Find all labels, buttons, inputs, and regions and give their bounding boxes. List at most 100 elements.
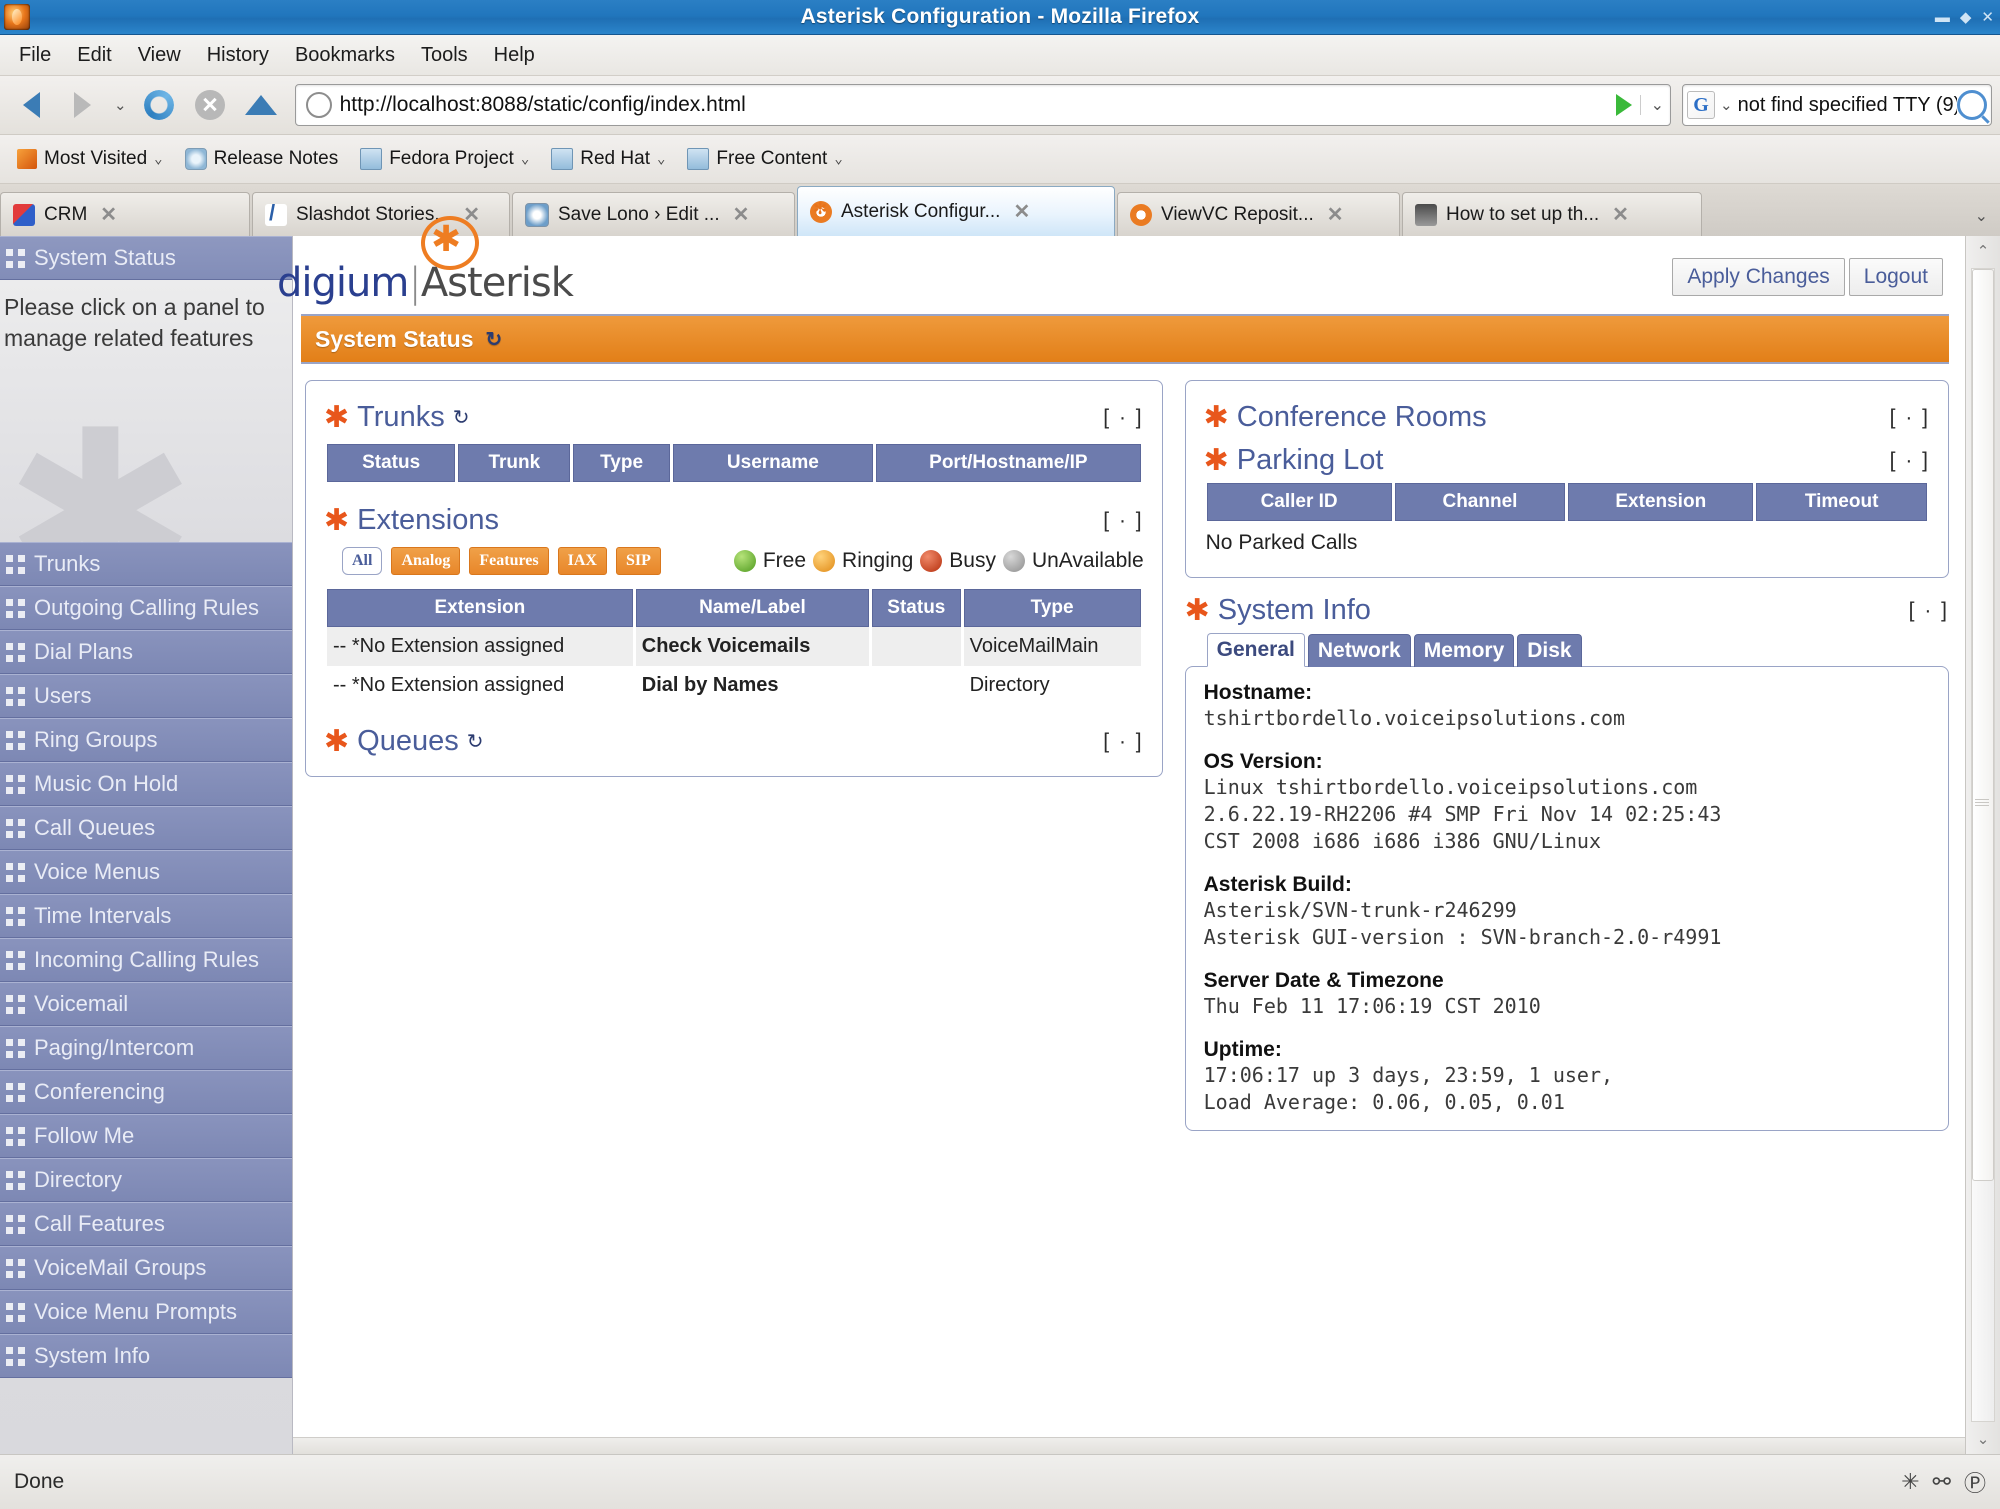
close-icon[interactable]: ✕ xyxy=(1327,202,1344,227)
bookmark-free-content[interactable]: Free Content ⌄ xyxy=(678,145,851,173)
menu-bookmarks[interactable]: Bookmarks xyxy=(282,41,408,70)
magnifier-icon[interactable] xyxy=(1957,90,1987,120)
search-engine-dropdown-icon[interactable]: ⌄ xyxy=(1715,96,1738,114)
url-bar[interactable]: http://localhost:8088/static/config/inde… xyxy=(294,84,1671,126)
search-bar[interactable]: G ⌄ not find specified TTY (9) xyxy=(1682,84,1992,126)
sidebar-item-incoming-calling-rules[interactable]: Incoming Calling Rules xyxy=(0,938,292,982)
column-header[interactable]: Extension xyxy=(327,589,633,627)
refresh-icon[interactable]: ↻ xyxy=(453,405,470,430)
column-header[interactable]: Type xyxy=(573,444,670,482)
collapse-toggle[interactable]: [ · ] xyxy=(1909,599,1949,623)
url-dropdown-icon[interactable]: ⌄ xyxy=(1639,95,1664,115)
bookmark-red-hat[interactable]: Red Hat ⌄ xyxy=(542,145,674,173)
tab-how-to-set-up[interactable]: How to set up th... ✕ xyxy=(1402,192,1702,236)
collapse-toggle[interactable]: [ · ] xyxy=(1103,509,1143,533)
collapse-toggle[interactable]: [ · ] xyxy=(1103,730,1143,754)
network-status-icon[interactable]: ⚯ xyxy=(1933,1469,1951,1495)
url-input[interactable]: http://localhost:8088/static/config/inde… xyxy=(340,93,1616,117)
filter-sip-button[interactable]: SIP xyxy=(615,547,661,575)
sidebar-item-directory[interactable]: Directory xyxy=(0,1158,292,1202)
forward-button[interactable] xyxy=(59,84,105,126)
history-dropdown-icon[interactable]: ⌄ xyxy=(110,96,131,114)
menu-tools[interactable]: Tools xyxy=(408,41,481,70)
minimize-icon[interactable]: ▬ xyxy=(1935,10,1950,25)
sidebar-item-ring-groups[interactable]: Ring Groups xyxy=(0,718,292,762)
tab-general[interactable]: General xyxy=(1206,633,1305,667)
sidebar-item-follow-me[interactable]: Follow Me xyxy=(0,1114,292,1158)
sidebar-item-users[interactable]: Users xyxy=(0,674,292,718)
sidebar-item-voicemail-groups[interactable]: VoiceMail Groups xyxy=(0,1246,292,1290)
scroll-up-icon[interactable]: ⌃ xyxy=(1966,236,2000,266)
collapse-toggle[interactable]: [ · ] xyxy=(1103,406,1143,430)
column-header[interactable]: Status xyxy=(327,444,456,482)
horizontal-scrollbar[interactable] xyxy=(293,1437,1965,1454)
tab-memory[interactable]: Memory xyxy=(1413,634,1515,667)
go-arrow-icon[interactable] xyxy=(1615,94,1632,116)
collapse-toggle[interactable]: [ · ] xyxy=(1890,449,1930,473)
tab-crm[interactable]: CRM ✕ xyxy=(0,192,250,236)
home-button[interactable] xyxy=(238,84,284,126)
stop-button[interactable] xyxy=(187,84,233,126)
column-header[interactable]: Name/Label xyxy=(635,589,870,627)
apply-changes-button[interactable]: Apply Changes xyxy=(1672,258,1845,296)
scroll-down-icon[interactable]: ⌄ xyxy=(1966,1424,2000,1454)
column-header[interactable]: Trunk xyxy=(458,444,571,482)
bookmark-release-notes[interactable]: Release Notes xyxy=(176,145,348,173)
column-header[interactable]: Caller ID xyxy=(1206,483,1392,521)
menu-view[interactable]: View xyxy=(125,41,194,70)
column-header[interactable]: Timeout xyxy=(1756,483,1927,521)
asterisk-status-icon[interactable]: ✳ xyxy=(1901,1469,1919,1495)
tab-viewvc[interactable]: ViewVC Reposit... ✕ xyxy=(1117,192,1400,236)
sidebar-item-paging-intercom[interactable]: Paging/Intercom xyxy=(0,1026,292,1070)
close-icon[interactable]: ✕ xyxy=(100,202,117,227)
filter-all-button[interactable]: All xyxy=(342,547,383,575)
filter-analog-button[interactable]: Analog xyxy=(391,547,461,575)
refresh-icon[interactable]: ↻ xyxy=(467,729,484,754)
sidebar-item-conferencing[interactable]: Conferencing xyxy=(0,1070,292,1114)
sidebar-item-voice-menu-prompts[interactable]: Voice Menu Prompts xyxy=(0,1290,292,1334)
tab-disk[interactable]: Disk xyxy=(1517,634,1582,667)
column-header[interactable]: Type xyxy=(963,589,1141,627)
filter-iax-button[interactable]: IAX xyxy=(557,547,607,575)
back-button[interactable] xyxy=(8,84,54,126)
refresh-icon[interactable]: ↻ xyxy=(486,327,503,352)
tab-asterisk-configuration[interactable]: Asterisk Configur... ✕ xyxy=(797,186,1115,236)
maximize-icon[interactable]: ◆ xyxy=(1960,10,1972,25)
sidebar-item-call-queues[interactable]: Call Queues xyxy=(0,806,292,850)
search-input[interactable]: not find specified TTY (9) xyxy=(1738,94,1957,117)
close-icon[interactable]: ✕ xyxy=(1981,10,1994,25)
table-row[interactable]: -- *No Extension assigned Check Voicemai… xyxy=(327,627,1141,666)
filter-features-button[interactable]: Features xyxy=(469,547,549,575)
tab-list-dropdown-icon[interactable]: ⌄ xyxy=(1975,206,2000,236)
column-header[interactable]: Status xyxy=(872,589,961,627)
sidebar-item-outgoing-calling-rules[interactable]: Outgoing Calling Rules xyxy=(0,586,292,630)
google-icon[interactable]: G xyxy=(1687,91,1715,119)
reload-button[interactable] xyxy=(136,84,182,126)
sidebar-item-voicemail[interactable]: Voicemail xyxy=(0,982,292,1026)
logout-button[interactable]: Logout xyxy=(1848,258,1943,296)
sidebar-item-dial-plans[interactable]: Dial Plans xyxy=(0,630,292,674)
sidebar-item-system-status[interactable]: System Status xyxy=(0,236,292,280)
collapse-toggle[interactable]: [ · ] xyxy=(1890,406,1930,430)
scrollbar-track[interactable] xyxy=(1971,268,1995,1422)
column-header[interactable]: Channel xyxy=(1394,483,1566,521)
column-header[interactable]: Username xyxy=(672,444,874,482)
table-row[interactable]: -- *No Extension assigned Dial by Names … xyxy=(327,666,1141,705)
bookmark-fedora-project[interactable]: Fedora Project ⌄ xyxy=(351,145,538,173)
sidebar-item-trunks[interactable]: Trunks xyxy=(0,542,292,586)
tab-network[interactable]: Network xyxy=(1307,634,1411,667)
window-controls[interactable]: ▬ ◆ ✕ xyxy=(1935,10,1994,25)
menu-file[interactable]: File xyxy=(6,41,64,70)
column-header[interactable]: Extension xyxy=(1568,483,1754,521)
menu-help[interactable]: Help xyxy=(481,41,548,70)
column-header[interactable]: Port/Hostname/IP xyxy=(876,444,1141,482)
close-icon[interactable]: ✕ xyxy=(1013,199,1030,224)
tab-save-lono[interactable]: Save Lono › Edit ... ✕ xyxy=(512,192,795,236)
bookmark-most-visited[interactable]: Most Visited ⌄ xyxy=(8,145,172,173)
close-icon[interactable]: ✕ xyxy=(733,202,750,227)
sidebar-item-call-features[interactable]: Call Features xyxy=(0,1202,292,1246)
sidebar-item-time-intervals[interactable]: Time Intervals xyxy=(0,894,292,938)
menu-history[interactable]: History xyxy=(194,41,282,70)
scrollbar-thumb[interactable] xyxy=(1972,269,1994,1182)
privacy-status-icon[interactable]: Ⓟ xyxy=(1964,1466,1986,1498)
